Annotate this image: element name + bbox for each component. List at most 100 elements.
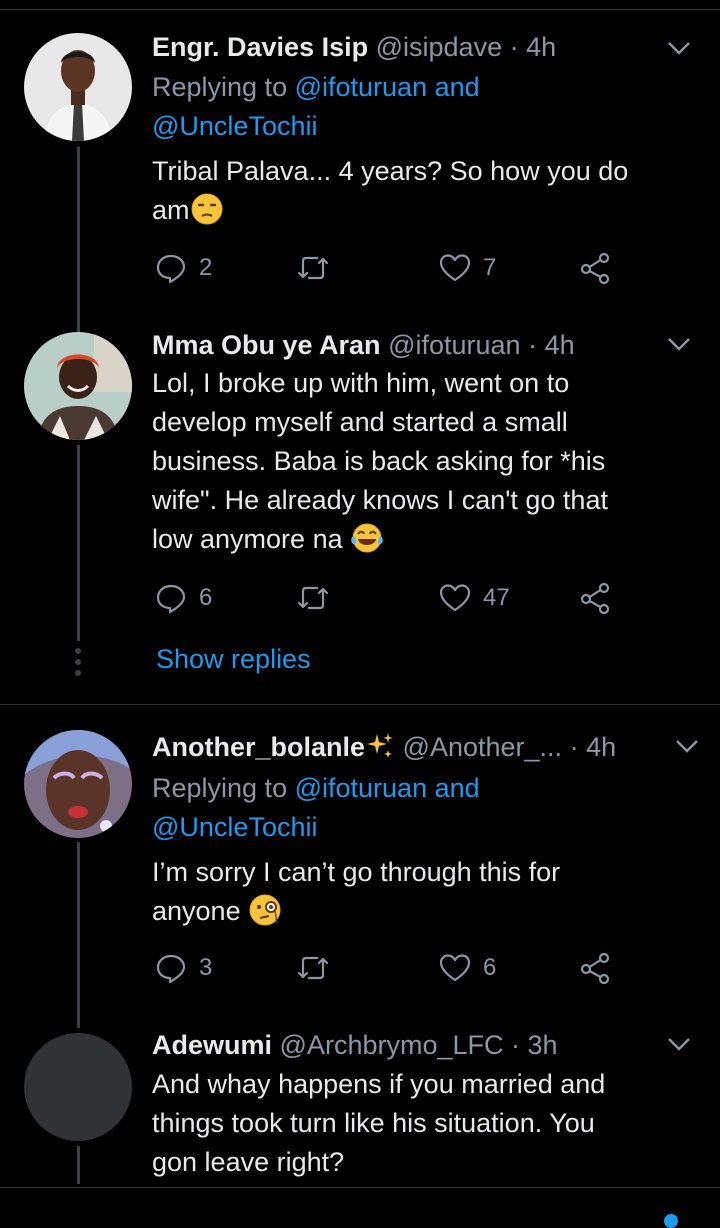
mention-link[interactable]: @UncleTochii <box>152 812 317 842</box>
chevron-down-icon[interactable] <box>674 736 700 756</box>
separator-dot: · <box>509 32 519 62</box>
heart-icon <box>439 254 471 282</box>
display-name[interactable]: Adewumi <box>152 1030 272 1060</box>
tweet-header: Engr. Davies Isip @isipdave · 4h <box>152 30 556 64</box>
replying-to: Replying to @ifoturuan and <box>152 769 480 808</box>
reply-count: 3 <box>199 954 213 981</box>
tweet-text-line: wife". He already knows I can't go that <box>152 485 608 515</box>
replying-to: Replying to @ifoturuan and <box>152 68 480 107</box>
tears-of-joy-icon <box>351 523 383 553</box>
timestamp[interactable]: 3h <box>528 1030 558 1060</box>
reply-button[interactable]: 2 <box>155 252 212 284</box>
heart-icon <box>439 954 471 982</box>
separator-dot: · <box>528 330 538 360</box>
action-bar: 6 47 <box>155 582 625 616</box>
like-count: 47 <box>483 584 510 611</box>
retweet-icon <box>297 586 329 610</box>
tweet-text: Tribal Palava... 4 years? So how you do … <box>152 152 692 230</box>
sparkles-icon <box>367 733 394 758</box>
tweet-header: Mma Obu ye Aran @ifoturuan · 4h <box>152 328 575 362</box>
share-icon <box>580 952 610 984</box>
conversation-divider <box>0 704 720 705</box>
unamused-face-icon <box>191 193 223 225</box>
chevron-down-icon[interactable] <box>666 1034 692 1054</box>
share-button[interactable] <box>579 252 611 284</box>
retweet-button[interactable] <box>295 952 343 984</box>
mention-link[interactable]: @ifoturuan and <box>295 773 480 803</box>
like-count: 7 <box>483 254 497 281</box>
mention-link[interactable]: @ifoturuan and <box>295 72 480 102</box>
tweet-text-line: develop myself and started a small <box>152 407 568 437</box>
avatar[interactable] <box>24 730 132 838</box>
tweet-text-line: am <box>152 191 692 230</box>
tweet-text-end: anyone <box>152 896 241 926</box>
reply-icon <box>156 584 186 614</box>
tweet-text-line: I’m sorry I can’t go through this for <box>152 857 561 887</box>
avatar-placeholder[interactable] <box>24 1033 132 1141</box>
tweet-text-line: low anymore na <box>152 520 692 559</box>
thread-line <box>77 445 80 641</box>
tweet-text-line: things took turn like his situation. You <box>152 1108 595 1138</box>
retweet-icon <box>297 256 329 280</box>
timestamp[interactable]: 4h <box>545 330 575 360</box>
retweet-icon <box>297 956 329 980</box>
reply-count: 6 <box>199 584 213 611</box>
heart-icon <box>439 584 471 612</box>
monocle-face-icon <box>249 894 281 926</box>
reply-button[interactable]: 3 <box>155 952 212 984</box>
reply-count: 2 <box>199 254 213 281</box>
share-button[interactable] <box>579 582 611 614</box>
share-icon <box>580 252 610 284</box>
tweet-text: I’m sorry I can’t go through this for an… <box>152 853 692 931</box>
user-handle[interactable]: @ifoturuan <box>388 330 520 360</box>
user-handle[interactable]: @isipdave <box>376 32 502 62</box>
chevron-down-icon[interactable] <box>666 38 692 58</box>
display-name[interactable]: Mma Obu ye Aran <box>152 330 381 360</box>
top-divider <box>0 9 720 10</box>
chevron-down-icon[interactable] <box>666 334 692 354</box>
reply-icon <box>156 954 186 984</box>
tweet-text-line: Lol, I broke up with him, went on to <box>152 368 570 398</box>
tweet-text-line: business. Baba is back asking for *his <box>152 446 606 476</box>
tweet-text-line: Tribal Palava... 4 years? So how you do <box>152 156 629 186</box>
tweet-text-line: anyone <box>152 892 692 931</box>
like-button[interactable]: 47 <box>439 582 510 614</box>
replying-to-line2: @UncleTochii <box>152 107 317 146</box>
user-handle[interactable]: @Archbrymo_LFC <box>280 1030 504 1060</box>
separator-dot: · <box>569 732 579 762</box>
timestamp[interactable]: 4h <box>526 32 556 62</box>
retweet-button[interactable] <box>295 582 343 614</box>
thread-continuation-dots <box>75 648 81 681</box>
mention-link[interactable]: @UncleTochii <box>152 111 317 141</box>
tweet-text-end: am <box>152 195 190 225</box>
reply-icon <box>156 254 186 284</box>
retweet-button[interactable] <box>295 252 343 284</box>
tweet-header: Another_bolanle @Another_... · 4h <box>152 730 616 764</box>
reply-button[interactable]: 6 <box>155 582 212 614</box>
action-bar: 2 7 <box>155 252 625 286</box>
like-button[interactable]: 7 <box>439 252 496 284</box>
replying-prefix: Replying to <box>152 773 288 803</box>
thread-line <box>77 842 80 1028</box>
user-handle[interactable]: @Another_... <box>403 732 563 762</box>
avatar[interactable] <box>24 33 132 141</box>
tweet-text: And whay happens if you married and thin… <box>152 1065 692 1182</box>
tweet-text: Lol, I broke up with him, went on to dev… <box>152 364 692 559</box>
share-button[interactable] <box>579 952 611 984</box>
compose-button-edge[interactable] <box>664 1214 678 1228</box>
display-name[interactable]: Engr. Davies Isip <box>152 32 368 62</box>
tweet-text-line: gon leave right? <box>152 1147 345 1177</box>
thread-line <box>77 147 80 342</box>
tweet-text-end: low anymore na <box>152 524 343 554</box>
display-name[interactable]: Another_bolanle <box>152 732 365 762</box>
action-bar: 3 6 <box>155 952 625 986</box>
avatar[interactable] <box>24 332 132 440</box>
timestamp[interactable]: 4h <box>586 732 616 762</box>
thread-line <box>77 1146 80 1184</box>
replying-prefix: Replying to <box>152 72 288 102</box>
like-count: 6 <box>483 954 497 981</box>
tweet-text-line: And whay happens if you married and <box>152 1069 606 1099</box>
replying-to-line2: @UncleTochii <box>152 808 317 847</box>
like-button[interactable]: 6 <box>439 952 496 984</box>
show-replies-link[interactable]: Show replies <box>156 644 311 675</box>
